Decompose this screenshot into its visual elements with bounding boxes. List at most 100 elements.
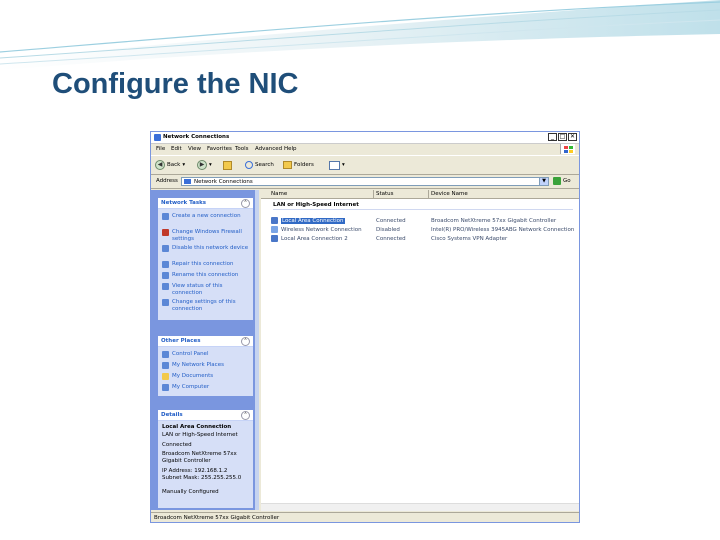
other-places-header[interactable]: Other Places ⌃: [158, 336, 253, 347]
detail-connection-name: Local Area Connection: [162, 424, 232, 430]
minimize-button[interactable]: _: [548, 133, 557, 141]
connection-row[interactable]: Wireless Network Connection Disabled Int…: [261, 226, 579, 234]
address-input[interactable]: Network Connections: [181, 177, 549, 186]
chevron-down-icon: ▾: [182, 162, 186, 168]
task-label: Disable this network device: [172, 245, 249, 251]
menu-favorites[interactable]: Favorites: [207, 146, 232, 152]
control-panel-icon: [162, 351, 169, 358]
menu-tools[interactable]: Tools: [235, 146, 249, 152]
details-title: Details: [161, 412, 183, 418]
network-tasks-panel: Network Tasks ⌃ Create a new connection …: [158, 198, 253, 320]
views-button[interactable]: ▾: [329, 159, 345, 171]
detail-subnet-mask: Subnet Mask: 255.255.255.0: [162, 475, 242, 481]
menu-bar: File Edit View Favorites Tools Advanced …: [151, 144, 579, 154]
network-connections-window: Network Connections _ □ ✕ File Edit View…: [150, 131, 580, 523]
other-places-panel: Other Places ⌃ Control Panel My Network …: [158, 336, 253, 396]
lan-connection-icon: [271, 235, 278, 242]
connection-row[interactable]: Local Area Connection Connected Broadcom…: [261, 217, 579, 225]
network-tasks-title: Network Tasks: [161, 200, 207, 206]
connection-status: Connected: [376, 236, 406, 242]
close-button[interactable]: ✕: [568, 133, 577, 141]
folders-icon: [283, 161, 292, 169]
address-label: Address: [156, 178, 178, 184]
search-button[interactable]: Search: [245, 159, 274, 171]
task-label: Create a new connection: [172, 213, 241, 219]
task-rename-connection[interactable]: Rename this connection: [162, 272, 250, 279]
connection-row[interactable]: Local Area Connection 2 Connected Cisco …: [261, 235, 579, 243]
details-panel: Details ⌃ Local Area Connection LAN or H…: [158, 410, 253, 508]
menu-file[interactable]: File: [156, 146, 165, 152]
detail-type: LAN or High-Speed Internet: [162, 432, 238, 438]
go-button[interactable]: Go: [553, 177, 571, 185]
task-firewall-settings[interactable]: Change Windows Firewall settings: [162, 229, 250, 242]
place-control-panel[interactable]: Control Panel: [162, 351, 250, 358]
collapse-icon[interactable]: ⌃: [241, 337, 250, 346]
toolbar: ◀ Back ▾ ▶ ▾ Search Folders ▾: [151, 155, 579, 175]
menu-edit[interactable]: Edit: [171, 146, 182, 152]
go-label: Go: [563, 178, 571, 184]
place-my-network-places[interactable]: My Network Places: [162, 362, 250, 369]
lan-connection-icon: [271, 217, 278, 224]
windows-logo-icon: [560, 144, 575, 154]
connection-device: Cisco Systems VPN Adapter: [431, 236, 508, 242]
chevron-down-icon: ▾: [342, 162, 345, 168]
connections-list: Name Status Device Name LAN or High-Spee…: [261, 190, 579, 510]
collapse-icon[interactable]: ⌃: [241, 411, 250, 420]
window-title: Network Connections: [163, 134, 230, 140]
back-label: Back: [167, 162, 181, 168]
place-my-documents[interactable]: My Documents: [162, 373, 250, 380]
task-pane-scrollbar[interactable]: [255, 190, 259, 510]
address-bar: Address Network Connections ▼ Go: [151, 175, 579, 189]
menu-advanced[interactable]: Advanced: [255, 146, 282, 152]
place-label: My Network Places: [172, 362, 224, 368]
forward-arrow-icon: ▶: [197, 160, 207, 170]
column-name[interactable]: Name: [271, 191, 287, 197]
connection-status: Connected: [376, 218, 406, 224]
collapse-icon[interactable]: ⌃: [241, 199, 250, 208]
place-my-computer[interactable]: My Computer: [162, 384, 250, 391]
column-device-name[interactable]: Device Name: [431, 191, 468, 197]
details-header[interactable]: Details ⌃: [158, 410, 253, 421]
task-pane: Network Tasks ⌃ Create a new connection …: [151, 190, 259, 510]
detail-ip-address: IP Address: 192.168.1.2: [162, 468, 228, 474]
repair-icon: [162, 261, 169, 268]
column-status[interactable]: Status: [376, 191, 394, 197]
task-label: View status of this connection: [172, 283, 223, 296]
connection-device: Intel(R) PRO/Wireless 3945ABG Network Co…: [431, 227, 575, 233]
connection-name: Local Area Connection 2: [281, 236, 348, 242]
status-bar: Broadcom NetXtreme 57xx Gigabit Controll…: [151, 512, 579, 522]
window-titlebar[interactable]: Network Connections _ □ ✕: [151, 132, 579, 144]
menu-help[interactable]: Help: [284, 146, 297, 152]
task-disable-device[interactable]: Disable this network device: [162, 245, 250, 252]
group-divider: [273, 209, 573, 210]
search-label: Search: [255, 162, 274, 168]
network-places-icon: [162, 362, 169, 369]
menu-view[interactable]: View: [188, 146, 201, 152]
back-button[interactable]: ◀ Back ▾: [155, 159, 185, 171]
place-label: My Computer: [172, 384, 210, 390]
address-dropdown-button[interactable]: ▼: [539, 177, 549, 186]
up-folder-button[interactable]: [223, 159, 232, 171]
task-label: Change Windows Firewall settings: [172, 229, 242, 242]
horizontal-scrollbar[interactable]: [261, 503, 579, 511]
search-icon: [245, 161, 253, 169]
computer-icon: [162, 384, 169, 391]
network-folder-icon: [184, 179, 191, 184]
maximize-button[interactable]: □: [558, 133, 567, 141]
forward-button[interactable]: ▶ ▾: [197, 159, 212, 171]
status-text: Broadcom NetXtreme 57xx Gigabit Controll…: [154, 515, 280, 521]
task-repair-connection[interactable]: Repair this connection: [162, 261, 250, 268]
network-tasks-header[interactable]: Network Tasks ⌃: [158, 198, 253, 209]
views-icon: [329, 160, 340, 170]
folders-button[interactable]: Folders: [283, 159, 314, 171]
network-folder-icon: [154, 134, 161, 141]
detail-config-mode: Manually Configured: [162, 489, 219, 495]
task-change-settings[interactable]: Change settings of this connection: [162, 299, 250, 312]
connection-device: Broadcom NetXtreme 57xx Gigabit Controll…: [431, 218, 557, 224]
task-create-connection[interactable]: Create a new connection: [162, 213, 250, 220]
detail-status: Connected: [162, 442, 192, 448]
task-view-status[interactable]: View status of this connection: [162, 283, 250, 296]
task-label: Rename this connection: [172, 272, 239, 278]
new-connection-icon: [162, 213, 169, 220]
wireless-connection-icon: [271, 226, 278, 233]
